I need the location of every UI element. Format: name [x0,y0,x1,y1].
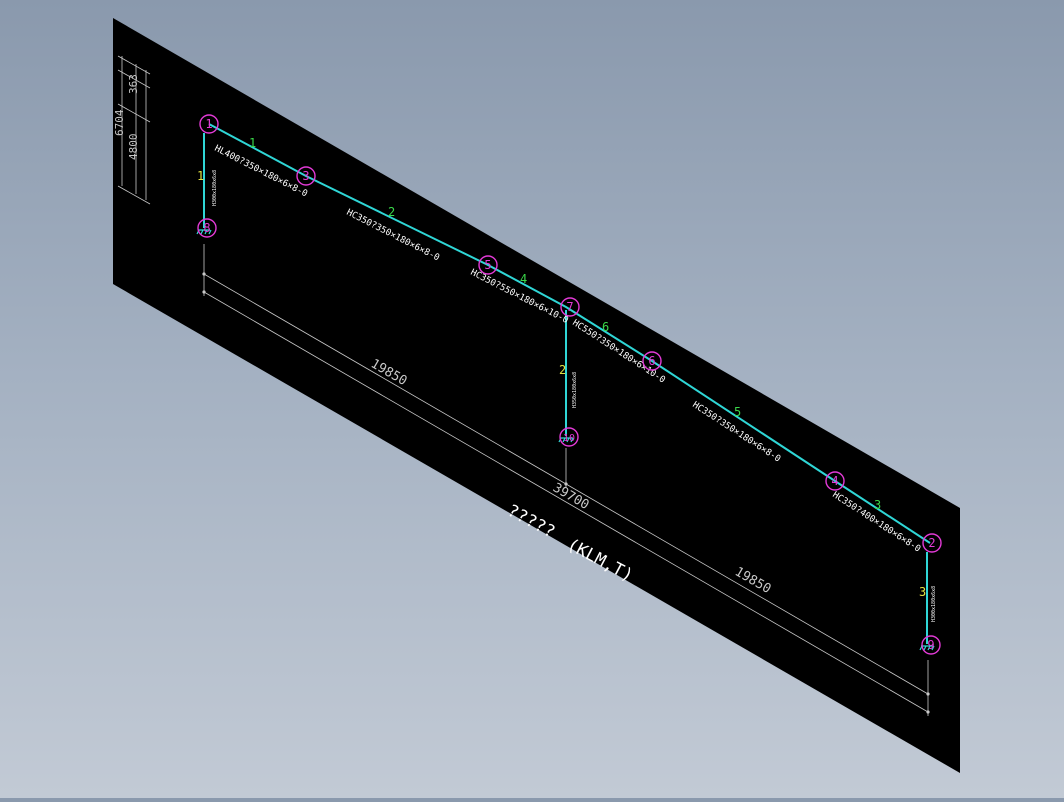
column-number-2: 2 [559,363,566,377]
node-label-9: 9 [927,638,934,652]
node-label-5: 5 [484,258,491,272]
node-label-3: 3 [302,169,309,183]
node-label-4: 4 [831,474,838,488]
node-label-1: 1 [205,117,212,131]
node-label-8: 8 [203,221,210,235]
column-section-right: H300x180x6x8 [931,586,937,622]
drawing-sheet [113,18,960,773]
member-number-6: 6 [602,320,609,334]
node-label-10: 10 [563,433,575,444]
member-number-3: 3 [874,498,881,512]
cad-viewport[interactable]: 6704 4800 363 19850 39700 19850 H300x180… [0,0,1064,798]
member-number-1: 1 [249,136,256,150]
member-number-2: 2 [388,205,395,219]
height-label-rise: 363 [127,74,140,94]
column-section-left: H300x180x6x8 [212,170,218,206]
height-label-total: 6704 [113,109,126,136]
node-label-7: 7 [566,300,573,314]
column-number-1: 1 [197,169,204,183]
member-number-5: 5 [734,405,741,419]
column-section-center: H350x180x6x8 [572,372,578,408]
drawing-canvas: 6704 4800 363 19850 39700 19850 H300x180… [113,18,960,773]
node-label-6: 6 [648,354,655,368]
member-number-4: 4 [520,272,527,286]
node-label-2: 2 [928,536,935,550]
column-number-3: 3 [919,585,926,599]
height-label-eave: 4800 [127,134,140,161]
